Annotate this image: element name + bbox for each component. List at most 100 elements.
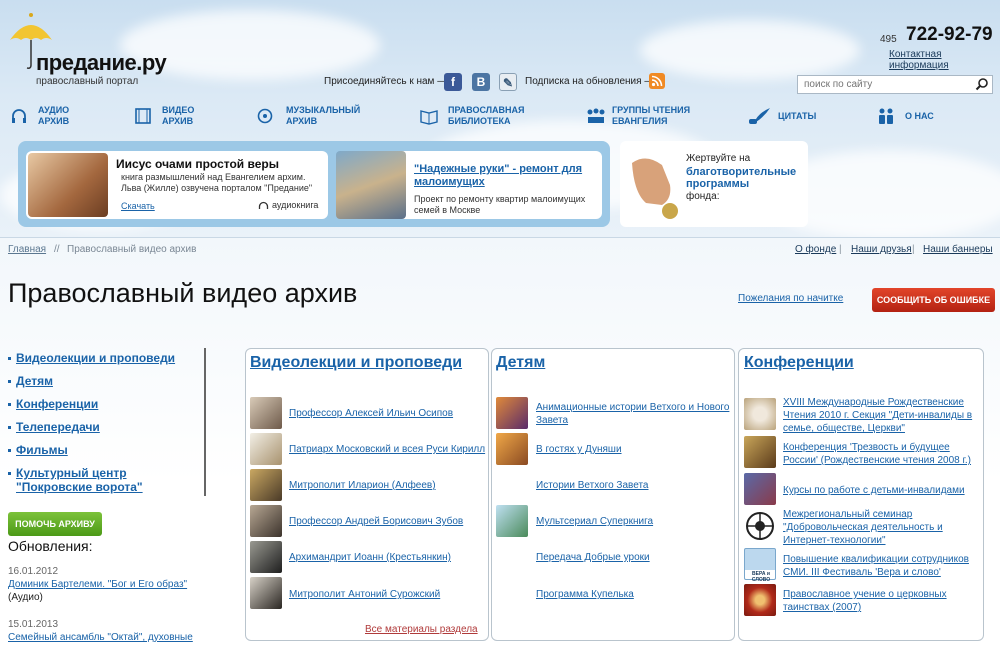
help-archive-button[interactable]: ПОМОЧЬ АРХИВУ [8,512,102,536]
sacraments-thumb[interactable] [744,584,776,616]
facebook-icon[interactable]: f [444,73,462,91]
our-banners-link[interactable]: Наши баннеры [923,244,993,255]
our-friends-link[interactable]: Наши друзья [851,244,912,255]
menu-lectures[interactable]: Видеолекции и проповеди [16,351,175,365]
livejournal-icon[interactable]: ✎ [499,73,517,91]
donate-highlight[interactable]: благотворительные программы [686,166,806,190]
top-links-sep: | [839,244,842,255]
nav-video-archive[interactable]: Видео архив [162,105,194,127]
menu-children[interactable]: Детям [16,374,53,388]
animated-stories-thumb[interactable] [496,397,528,429]
menu-cultural-center[interactable]: Культурный центр [16,466,127,480]
update-link[interactable]: Семейный ансамбль "Октай", духовные [8,632,193,643]
osipov-thumb[interactable] [250,397,282,429]
menu-conferences[interactable]: Конференции [16,397,98,411]
hilarion-thumb[interactable] [250,469,282,501]
banner-donate[interactable]: Жертвуйте на благотворительные программы… [620,141,808,227]
nav-music-line2: архив [286,116,318,126]
nav-gospel-line1: Группы чтения [612,105,691,115]
search-icon[interactable] [975,77,989,91]
audiobook-tag: аудиокнига [272,200,319,210]
faith-word-festival-thumb[interactable]: ВЕРА и СЛОВО [744,548,776,583]
nav-library[interactable]: Православная библиотека [448,105,525,127]
list-item[interactable]: XVIII Международные Рождественские Чтения… [783,396,972,435]
list-item[interactable]: Архимандрит Иоанн (Крестьянкин) [289,551,451,564]
download-link[interactable]: Скачать [121,201,155,211]
list-item-line1: Межрегиональный семинар [783,509,913,520]
update-link[interactable]: Доминик Бартелеми. "Бог и Его образ" [8,579,187,590]
contact-info-link[interactable]: Контактная информация [889,49,1000,71]
section-conferences-title[interactable]: Конференции [744,354,854,372]
menu-tv[interactable]: Телепередачи [16,420,100,434]
dunyasha-thumb[interactable] [496,433,528,465]
disabled-courses-thumb[interactable] [744,473,776,505]
list-item[interactable]: Передача Добрые уроки [536,551,650,564]
list-item[interactable]: Профессор Андрей Борисович Зубов [289,515,463,528]
nav-music-line1: Музыкальный [286,105,361,115]
nav-quotes[interactable]: Цитаты [778,111,816,122]
superbook-thumb[interactable] [496,505,528,537]
breadcrumb-current: Православный видео архив [67,244,197,255]
update-date: 15.01.2013 [8,619,59,630]
list-item[interactable]: Митрополит Антоний Сурожский [289,588,440,601]
bullet-icon [8,426,11,429]
seminar-logo-icon[interactable] [744,510,776,542]
phone-number: 722-92-79 [906,24,993,45]
section-lectures-title[interactable]: Видеолекции и проповеди [250,354,462,372]
list-item[interactable]: Программа Купелька [536,588,634,601]
menu-films[interactable]: Фильмы [16,443,68,457]
rss-icon[interactable] [649,73,665,89]
list-item[interactable]: Митрополит Иларион (Алфеев) [289,479,436,492]
christmas-readings-thumb[interactable] [744,398,776,430]
list-item[interactable]: Мультсериал Суперкнига [536,515,653,528]
donate-line3: фонда: [686,191,720,202]
site-logo[interactable]: преданиe.ру [36,50,167,76]
list-item[interactable]: Православное учение о церковных таинствах… [783,588,947,614]
list-item[interactable]: В гостях у Дуняши [536,443,622,456]
menu-cultural-center-line2[interactable]: "Покровские ворота" [16,480,143,494]
list-item[interactable]: Профессор Алексей Ильич Осипов [289,407,453,420]
banner-reliable-hands[interactable]: "Надежные руки" - ремонт для малоимущих … [336,151,602,219]
people-icon [879,108,893,124]
vkontakte-icon[interactable]: B [472,73,490,91]
nav-about-line1: О нас [905,111,934,121]
all-materials-link[interactable]: Все материалы раздела [365,624,478,635]
nav-audio-archive[interactable]: Аудио архив [38,105,69,127]
nav-library-line1: Православная [448,105,525,115]
list-item[interactable]: Анимационные истории Ветхого и Нового Зав… [536,401,729,427]
nav-music-archive[interactable]: Музыкальный архив [286,105,360,127]
search-input[interactable] [797,75,993,94]
banner-repair-title[interactable]: "Надежные руки" - ремонт для малоимущих [414,163,598,189]
zubov-thumb[interactable] [250,505,282,537]
list-item[interactable]: Конференция 'Трезвость и будущее России' … [783,441,971,467]
report-error-button[interactable]: СООБЩИТЬ ОБ ОШИБКЕ [872,288,995,312]
about-fund-link[interactable]: О фонде [795,244,836,255]
list-item[interactable]: Повышение квалификации сотрудников СМИ. I… [783,553,969,579]
bullet-icon [8,403,11,406]
ioann-thumb[interactable] [250,541,282,573]
bullet-icon [8,357,11,360]
list-item[interactable]: Патриарх Московский и всея Руси Кирилл [289,443,485,456]
reading-wishes-link[interactable]: Пожелания по начитке [738,293,843,304]
nav-about[interactable]: О нас [905,111,934,122]
list-item[interactable]: Межрегиональный семинар "Добровольческая … [783,508,943,547]
breadcrumb-home[interactable]: Главная [8,244,46,255]
nav-gospel-groups[interactable]: Группы чтения Евангелия [612,105,690,127]
kirill-thumb[interactable] [250,433,282,465]
list-item-line2: Чтения 2010 г. Секция "Дети-инвалиды в [783,410,973,421]
banner-audiobook-image [28,153,108,217]
anthony-thumb[interactable] [250,577,282,609]
sobriety-conference-thumb[interactable] [744,436,776,468]
nav-audio-line2: архив [38,116,70,126]
list-item[interactable]: Истории Ветхого Завета [536,479,649,492]
list-item-line2: "Добровольческая деятельность и [783,522,943,533]
section-children-title[interactable]: Детям [496,354,545,372]
banner-audiobook-title: Иисус очами простой веры [116,157,279,171]
list-item-line2: Завета [536,415,569,426]
update-date: 16.01.2012 [8,566,59,577]
list-item-line1: XVIII Международные Рождественские [783,397,964,408]
list-item[interactable]: Курсы по работе с детьми-инвалидами [783,484,965,497]
phone-code: 495 [880,34,897,45]
banner-audiobook-text: книга размышлений над Евангелием архим. … [121,172,313,193]
banner-audiobook[interactable]: Иисус очами простой веры книга размышлен… [26,151,328,219]
